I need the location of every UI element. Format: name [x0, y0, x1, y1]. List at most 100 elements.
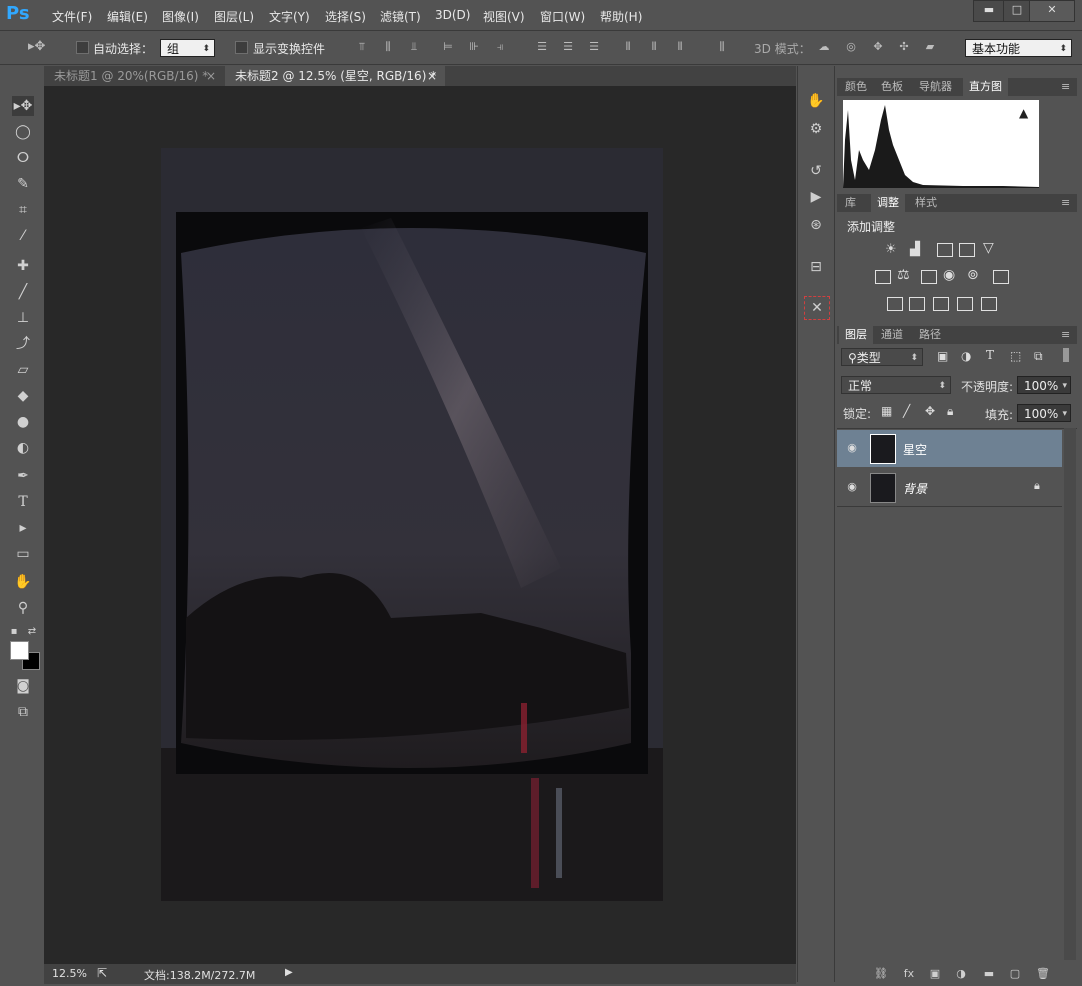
black-white-icon[interactable]	[921, 270, 937, 284]
vibrance-icon[interactable]: ▽	[983, 240, 994, 256]
menu-layer[interactable]: 图层(L)	[214, 8, 254, 25]
quick-mask-icon[interactable]: ◙	[12, 676, 34, 696]
tab-libraries[interactable]: 库	[839, 194, 862, 212]
eyedropper-icon[interactable]: ⁄	[12, 226, 34, 246]
foreground-color-swatch[interactable]	[10, 641, 29, 660]
default-colors-icon[interactable]: ▪	[8, 622, 20, 642]
panel-menu-icon[interactable]: ≡	[1061, 196, 1070, 209]
hue-saturation-icon[interactable]	[875, 270, 891, 284]
eye-icon[interactable]: ◉	[845, 480, 859, 494]
hand-icon[interactable]: ✋	[12, 572, 34, 592]
layer-name[interactable]: 背景	[903, 480, 927, 497]
selective-color-icon[interactable]	[957, 297, 973, 311]
dodge-icon[interactable]: ◐	[12, 438, 34, 458]
tab-adjustments[interactable]: 调整	[871, 194, 905, 212]
menu-help[interactable]: 帮助(H)	[600, 8, 642, 25]
distribute-right-icon[interactable]: ⫴	[672, 40, 688, 54]
filter-shape-icon[interactable]: ⬚	[1010, 349, 1021, 363]
align-bottom-icon[interactable]: ⫫	[406, 40, 422, 54]
crop-icon[interactable]: ⌗	[12, 200, 34, 220]
invert-icon[interactable]	[887, 297, 903, 311]
align-right-icon[interactable]: ⫣	[492, 40, 508, 54]
filter-adjustment-icon[interactable]: ◑	[961, 349, 971, 363]
close-button[interactable]: ✕	[1029, 0, 1075, 22]
distribute-top-icon[interactable]: ☰	[534, 40, 550, 54]
fill-input[interactable]: 100% ▾	[1017, 404, 1071, 422]
history-brush-icon[interactable]: ⤴	[12, 334, 34, 354]
tab-layers[interactable]: 图层	[839, 326, 873, 344]
document-canvas[interactable]	[161, 148, 663, 901]
menu-image[interactable]: 图像(I)	[162, 8, 199, 25]
pen-icon[interactable]: ✒	[12, 466, 34, 486]
3d-slide-icon[interactable]: ✣	[896, 40, 912, 54]
menu-3d[interactable]: 3D(D)	[435, 8, 470, 22]
add-mask-icon[interactable]: ▣	[926, 966, 944, 982]
swap-colors-icon[interactable]: ⇄	[26, 622, 38, 642]
minimize-button[interactable]: ▬	[973, 0, 1005, 22]
color-lookup-icon[interactable]	[993, 270, 1009, 284]
share-icon[interactable]: ⇱	[97, 966, 107, 980]
brush-icon[interactable]: ╱	[12, 282, 34, 302]
history-icon[interactable]: ↺	[804, 160, 828, 182]
elliptical-marquee-icon[interactable]: ◯	[12, 122, 34, 142]
move-tool-preset-icon[interactable]: ▸✥	[28, 40, 45, 54]
lock-all-icon[interactable]: 🔒︎	[947, 404, 953, 419]
workspace-dropdown[interactable]: 基本功能 ⬍	[965, 39, 1072, 57]
eraser-icon[interactable]: ▱	[12, 360, 34, 380]
move-tool-icon[interactable]: ▸✥	[12, 96, 34, 116]
tab-document-1[interactable]: 未标题1 @ 20%(RGB/16) * ×	[44, 66, 224, 86]
opacity-input[interactable]: 100% ▾	[1017, 376, 1071, 394]
blend-mode-dropdown[interactable]: 正常 ⬍	[841, 376, 951, 394]
filter-toggle[interactable]	[1063, 348, 1069, 362]
levels-icon[interactable]: ▟	[910, 242, 920, 257]
tab-channels[interactable]: 通道	[875, 326, 909, 344]
layer-style-fx-icon[interactable]: fx	[900, 966, 918, 982]
color-balance-icon[interactable]: ⚖	[897, 267, 910, 283]
blur-icon[interactable]: ●	[12, 412, 34, 432]
type-tool-icon[interactable]: T	[12, 492, 34, 512]
warning-icon[interactable]: ▲	[1019, 106, 1028, 120]
zoom-icon[interactable]: ⚲	[12, 598, 34, 618]
panel-menu-icon[interactable]: ≡	[1061, 328, 1070, 341]
tab-close-icon[interactable]: ×	[427, 66, 437, 86]
filter-pixel-icon[interactable]: ▣	[937, 349, 948, 363]
distribute-vcenter-icon[interactable]: ☰	[560, 40, 576, 54]
tab-document-2[interactable]: 未标题2 @ 12.5% (星空, RGB/16) * ×	[225, 66, 445, 86]
menu-view[interactable]: 视图(V)	[483, 8, 525, 25]
menu-filter[interactable]: 滤镜(T)	[380, 8, 421, 25]
3d-roll-icon[interactable]: ◎	[843, 40, 859, 54]
menu-edit[interactable]: 编辑(E)	[107, 8, 148, 25]
clone-source-icon[interactable]: ⊛	[804, 214, 828, 236]
healing-brush-icon[interactable]: ✚	[12, 256, 34, 276]
align-hcenter-icon[interactable]: ⊪	[466, 40, 482, 54]
distribute-hcenter-icon[interactable]: ⫴	[646, 40, 662, 54]
gradient-map-icon[interactable]	[981, 297, 997, 311]
threshold-icon[interactable]	[933, 297, 949, 311]
status-menu-arrow-icon[interactable]: ▶	[285, 967, 293, 978]
tab-histogram[interactable]: 直方图	[963, 78, 1008, 96]
brush-presets-icon[interactable]: ✋	[804, 90, 828, 112]
align-top-icon[interactable]: ⫪	[354, 40, 370, 54]
tab-navigator[interactable]: 导航器	[913, 78, 958, 96]
curves-icon[interactable]	[937, 243, 953, 257]
align-left-icon[interactable]: ⊨	[440, 40, 456, 54]
eye-icon[interactable]: ◉	[845, 441, 859, 455]
show-transform-checkbox[interactable]	[235, 41, 248, 54]
tab-color[interactable]: 颜色	[839, 78, 873, 96]
properties-icon[interactable]: ⊟	[804, 256, 828, 278]
new-layer-icon[interactable]: ▢	[1006, 966, 1024, 982]
3d-camera-icon[interactable]: ▰	[922, 40, 938, 54]
distribute-bottom-icon[interactable]: ☰	[586, 40, 602, 54]
tool-presets-icon[interactable]: ✕	[804, 296, 830, 320]
tab-close-icon[interactable]: ×	[206, 66, 216, 86]
menu-window[interactable]: 窗口(W)	[540, 8, 585, 25]
menu-type[interactable]: 文字(Y)	[269, 8, 310, 25]
channel-mixer-icon[interactable]: ⊚	[967, 267, 979, 283]
brightness-icon[interactable]: ☀	[885, 242, 897, 257]
filter-smart-object-icon[interactable]: ⧉	[1034, 349, 1043, 364]
lock-pixels-icon[interactable]: ╱	[903, 404, 910, 418]
align-vcenter-icon[interactable]: ⫼	[380, 40, 396, 54]
quick-selection-icon[interactable]: ✎	[12, 174, 34, 194]
layers-scrollbar[interactable]	[1064, 428, 1076, 960]
auto-select-checkbox[interactable]	[76, 41, 89, 54]
